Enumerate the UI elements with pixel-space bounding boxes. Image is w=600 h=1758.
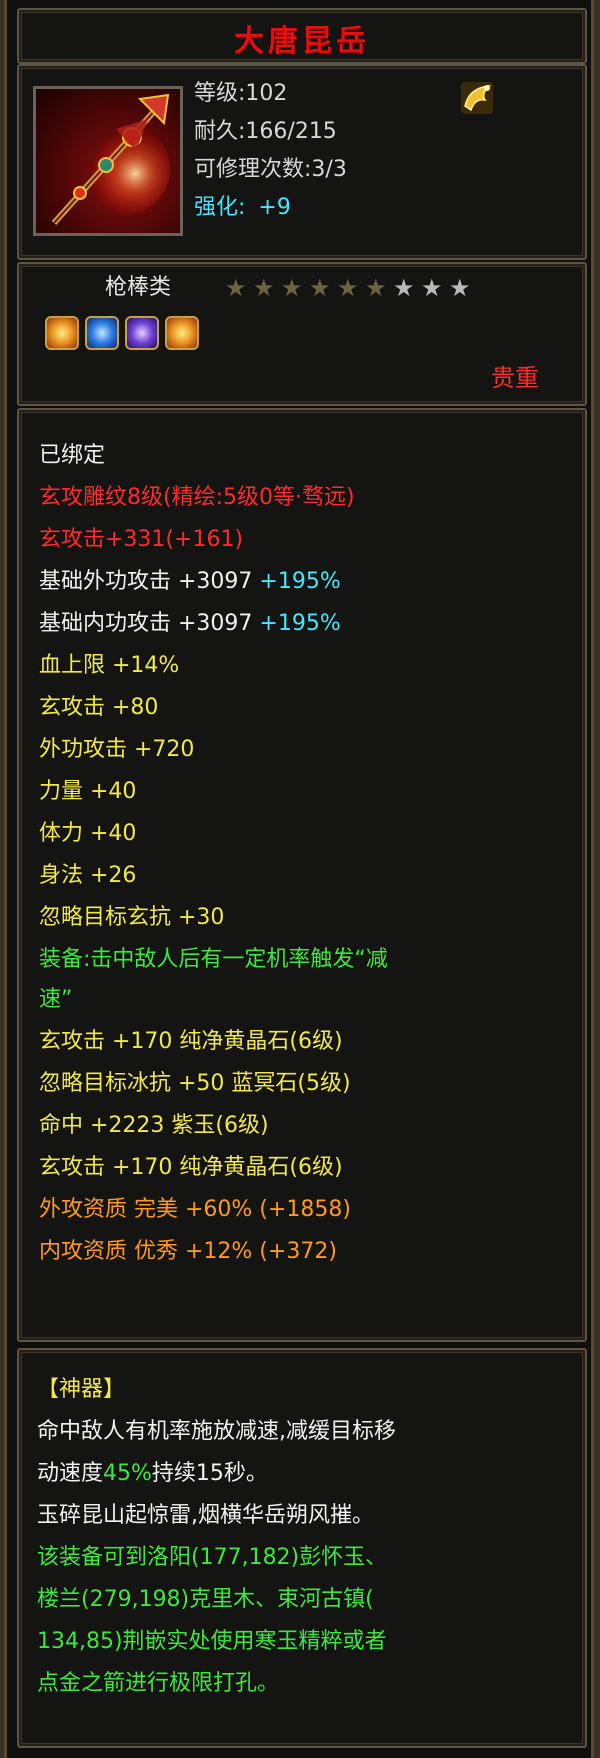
gold-wing-icon [459, 80, 495, 116]
repair-count-text: 可修理次数:3/3 [194, 157, 347, 182]
artifact-desc-line2: 动速度45%持续15秒。 [37, 1461, 268, 1486]
stats-panel: 已绑定 玄攻雕纹8级(精绘:5级0等·骛远) 玄攻击+331(+161) 基础外… [17, 408, 587, 1342]
spear-weapon-icon [33, 86, 183, 236]
purple-jade-gem-icon [125, 316, 159, 350]
star-empty-icon: ★ [449, 274, 471, 302]
yellow-crystal-gem-icon [45, 316, 79, 350]
star-filled-icon: ★ [337, 274, 359, 302]
engrave-text: 玄攻雕纹8级(精绘:5级0等·骛远) [39, 485, 355, 510]
xuan-attack-total: 玄攻击+331(+161) [39, 527, 244, 552]
hp-max-stat: 血上限 +14% [39, 653, 180, 678]
star-empty-icon: ★ [421, 274, 443, 302]
equip-effect-line2: 速” [39, 987, 73, 1012]
gem-stat-1: 玄攻击 +170 纯净黄晶石(6级) [39, 1029, 343, 1054]
category-panel: 枪棒类 ★ ★ ★ ★ ★ ★ ★ ★ ★ 贵重 [17, 262, 587, 406]
rarity-text: 贵重 [491, 364, 539, 392]
bound-status: 已绑定 [39, 443, 106, 468]
gem-stat-2: 忽略目标冰抗 +50 蓝冥石(5级) [39, 1071, 351, 1096]
enhance-value: +9 [258, 195, 291, 220]
enhance-label: 强化: [194, 195, 246, 220]
artifact-header: 【神器】 [37, 1377, 126, 1402]
agility-stat: 身法 +26 [39, 863, 137, 888]
artifact-note-line1: 该装备可到洛阳(177,182)彭怀玉、 [37, 1545, 388, 1570]
level-text: 等级:102 [194, 81, 288, 106]
base-inner-attack: 基础内功攻击 +3097 +195% [39, 611, 341, 636]
gem-slots [45, 316, 225, 356]
artifact-note-line2: 楼兰(279,198)克里木、束河古镇( [37, 1587, 374, 1612]
star-filled-icon: ★ [309, 274, 331, 302]
artifact-panel: 【神器】 命中敌人有机率施放减速,减缓目标移 动速度45%持续15秒。 玉碎昆山… [17, 1348, 587, 1748]
inner-aptitude: 内攻资质 优秀 +12% (+372) [39, 1239, 337, 1264]
star-filled-icon: ★ [281, 274, 303, 302]
yellow-crystal-gem-icon [165, 316, 199, 350]
star-filled-icon: ★ [225, 274, 247, 302]
gem-stat-4: 玄攻击 +170 纯净黄晶石(6级) [39, 1155, 343, 1180]
enhance-row: 强化: +9 [194, 192, 291, 224]
star-filled-icon: ★ [365, 274, 387, 302]
header-panel: 等级:102 耐久:166/215 可修理次数:3/3 强化: +9 [17, 64, 587, 260]
item-name: 大唐昆岳 [234, 24, 370, 59]
artifact-note-line4: 点金之箭进行极限打孔。 [37, 1671, 280, 1696]
title-bar: 大唐昆岳 [17, 8, 587, 64]
xuan-attack-stat: 玄攻击 +80 [39, 695, 159, 720]
star-filled-icon: ★ [253, 274, 275, 302]
gem-stat-3: 命中 +2223 紫玉(6级) [39, 1113, 269, 1138]
star-rating: ★ ★ ★ ★ ★ ★ ★ ★ ★ [225, 274, 495, 304]
artifact-desc-line1: 命中敌人有机率施放减速,减缓目标移 [37, 1419, 396, 1444]
star-empty-icon: ★ [393, 274, 415, 302]
category-text: 枪棒类 [105, 275, 172, 300]
artifact-note-line3: 134,85)荆嵌实处使用寒玉精粹或者 [37, 1629, 387, 1654]
constitution-stat: 体力 +40 [39, 821, 137, 846]
blue-gem-icon [85, 316, 119, 350]
base-outer-attack: 基础外功攻击 +3097 +195% [39, 569, 341, 594]
ignore-resist-stat: 忽略目标玄抗 +30 [39, 905, 225, 930]
outer-aptitude: 外攻资质 完美 +60% (+1858) [39, 1197, 351, 1222]
durability-text: 耐久:166/215 [194, 119, 337, 144]
item-tooltip: 大唐昆岳 等级:102 耐久:166/215 可修理次数:3/3 强化: +9 … [4, 0, 594, 1758]
equip-effect-line1: 装备:击中敌人后有一定机率触发“减 [39, 947, 388, 972]
artifact-poem: 玉碎昆山起惊雷,烟横华岳朔风摧。 [37, 1503, 374, 1528]
strength-stat: 力量 +40 [39, 779, 137, 804]
outer-attack-stat: 外功攻击 +720 [39, 737, 195, 762]
